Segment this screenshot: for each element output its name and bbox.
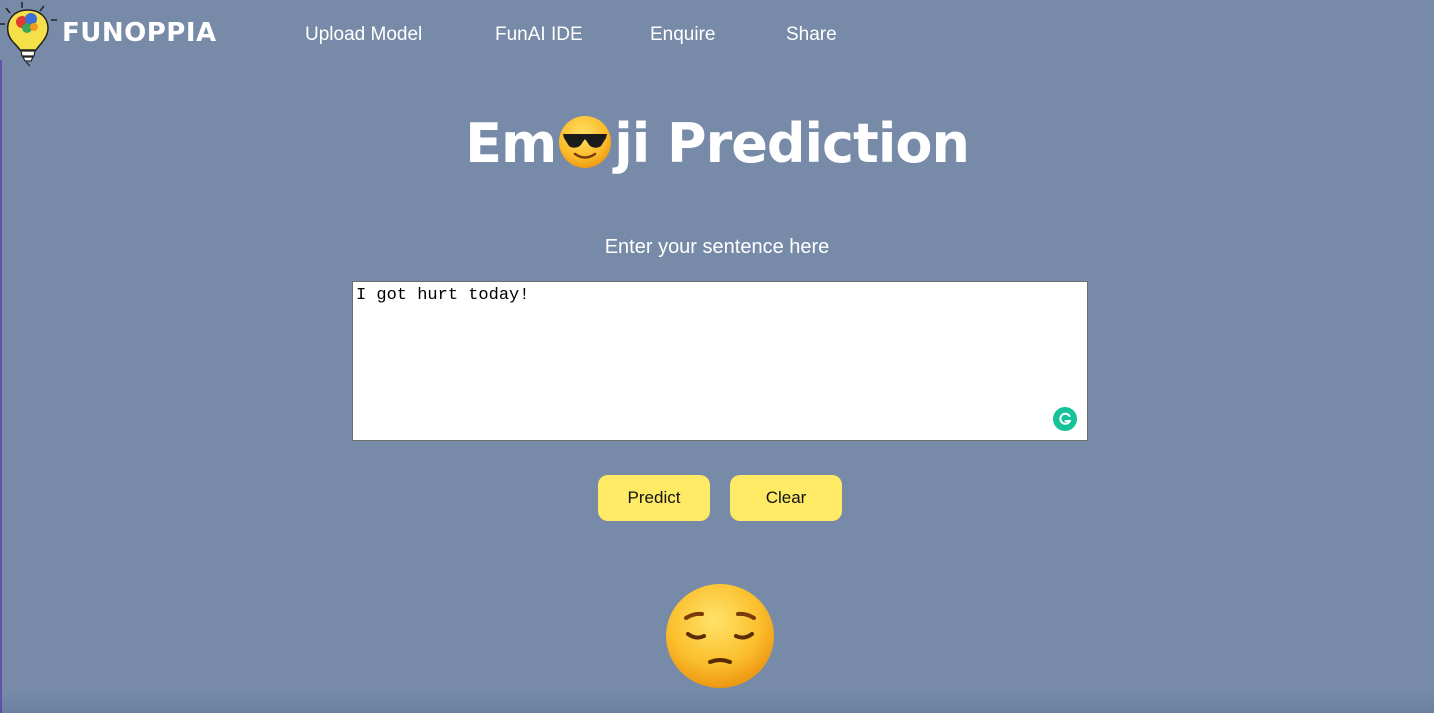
pensive-face-emoji <box>666 584 774 688</box>
page-title: Em ji Prediction <box>0 112 1434 175</box>
predict-button[interactable]: Predict <box>598 475 710 521</box>
page-title-suffix: ji Prediction <box>614 112 970 175</box>
grammarly-icon[interactable] <box>1053 407 1077 431</box>
sunglasses-face-emoji <box>559 116 612 168</box>
brand-name: FUNOPPIA <box>62 18 217 48</box>
nav-enquire[interactable]: Enquire <box>650 24 716 46</box>
navbar: FUNOPPIA Upload Model FunAI IDE Enquire … <box>0 0 1434 70</box>
input-prompt-label: Enter your sentence here <box>604 236 830 258</box>
nav-share[interactable]: Share <box>786 24 837 46</box>
sentence-input[interactable]: I got hurt today! <box>352 281 1088 441</box>
grammarly-glyph <box>1059 412 1072 425</box>
page-bottom-shade <box>0 690 1434 713</box>
nav-funai-ide[interactable]: FunAI IDE <box>495 24 583 46</box>
brand-logo[interactable]: FUNOPPIA <box>0 0 230 70</box>
window-edge <box>0 60 2 713</box>
clear-button[interactable]: Clear <box>730 475 842 521</box>
lightbulb-brain-icon <box>0 2 57 67</box>
nav-upload-model[interactable]: Upload Model <box>305 24 422 46</box>
page-title-prefix: Em <box>465 112 557 175</box>
